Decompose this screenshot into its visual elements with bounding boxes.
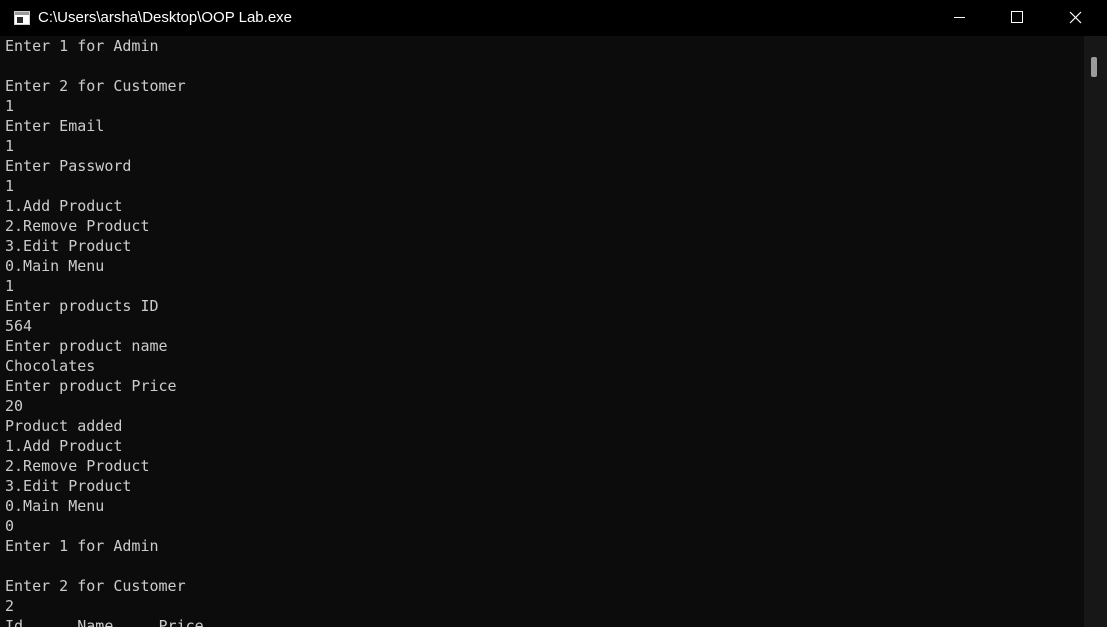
- console-line: Enter Email: [5, 117, 105, 135]
- console-line: 0.Main Menu: [5, 257, 105, 275]
- console-line: Enter product name: [5, 337, 168, 355]
- console-line: 564: [5, 317, 33, 335]
- console-line: 2.Remove Product: [5, 217, 150, 235]
- console-line: 1: [5, 177, 15, 195]
- console-line: 0.Main Menu: [5, 497, 105, 515]
- console-line: 1: [5, 277, 15, 295]
- console-line: Enter product Price: [5, 377, 177, 395]
- console-line: Enter products ID: [5, 297, 159, 315]
- console-line: Enter 1 for Admin: [5, 537, 159, 555]
- console-line: 1.Add Product: [5, 197, 123, 215]
- console-app-icon[interactable]: [14, 11, 30, 25]
- console-window: C:\Users\arsha\Desktop\OOP Lab.exe Enter…: [0, 0, 1107, 627]
- console-line: 1.Add Product: [5, 437, 123, 455]
- console-line: Product added: [5, 417, 123, 435]
- console-line: Enter 2 for Customer: [5, 77, 186, 95]
- vertical-scrollbar[interactable]: [1084, 36, 1107, 627]
- console-line: Enter 1 for Admin: [5, 37, 159, 55]
- console-line: Id Name Price: [5, 617, 204, 627]
- console-line: 2: [5, 597, 15, 615]
- console-line: 20: [5, 397, 24, 415]
- window-title: C:\Users\arsha\Desktop\OOP Lab.exe: [38, 9, 293, 26]
- console-line: Enter 2 for Customer: [5, 577, 186, 595]
- close-button[interactable]: [1047, 0, 1105, 36]
- minimize-button[interactable]: [930, 0, 988, 36]
- close-icon: [1069, 11, 1082, 24]
- scrollbar-thumb[interactable]: [1091, 57, 1097, 77]
- console-line: 0: [5, 517, 15, 535]
- console-line: 1: [5, 137, 15, 155]
- maximize-icon: [1011, 11, 1023, 23]
- console-line: 1: [5, 97, 15, 115]
- console-output[interactable]: Enter 1 for Admin Enter 2 for Customer 1 En…: [0, 36, 1084, 627]
- console-line: 2.Remove Product: [5, 457, 150, 475]
- console-line: Chocolates: [5, 357, 96, 375]
- console-line: 3.Edit Product: [5, 477, 132, 495]
- maximize-button[interactable]: [988, 0, 1046, 36]
- title-bar[interactable]: C:\Users\arsha\Desktop\OOP Lab.exe: [0, 0, 1107, 36]
- minimize-icon: [954, 17, 965, 18]
- console-line: 3.Edit Product: [5, 237, 132, 255]
- console-line: Enter Password: [5, 157, 132, 175]
